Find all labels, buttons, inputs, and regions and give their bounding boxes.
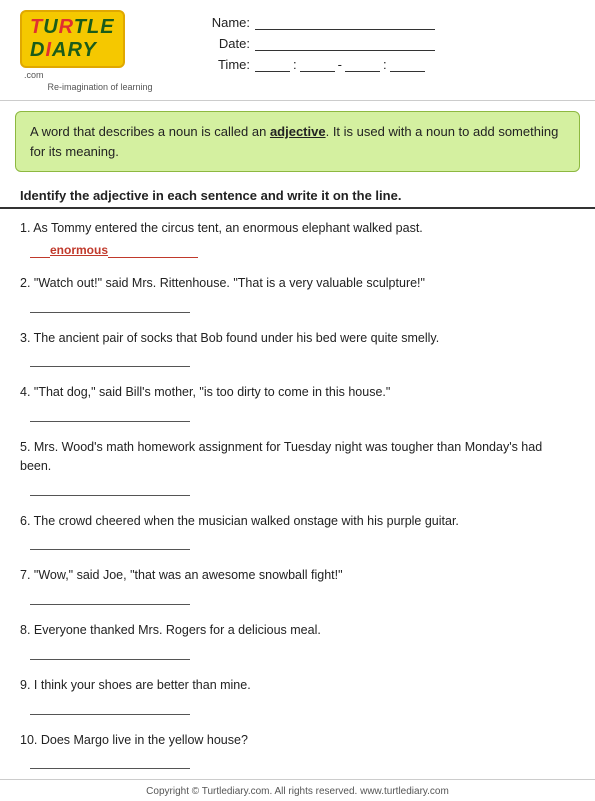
time-seg-3[interactable] bbox=[345, 56, 380, 72]
question-item-10: 10. Does Margo live in the yellow house? bbox=[20, 725, 575, 770]
question-item-3: 3. The ancient pair of socks that Bob fo… bbox=[20, 323, 575, 368]
answer-line-9[interactable] bbox=[30, 699, 190, 715]
tagline: Re-imagination of learning bbox=[20, 82, 180, 92]
question-text-8: 8. Everyone thanked Mrs. Rogers for a de… bbox=[20, 621, 575, 640]
date-label: Date: bbox=[200, 36, 250, 51]
question-item-9: 9. I think your shoes are better than mi… bbox=[20, 670, 575, 715]
time-seg-1[interactable] bbox=[255, 56, 290, 72]
instructions: Identify the adjective in each sentence … bbox=[0, 182, 595, 209]
time-sep-1: : bbox=[293, 57, 297, 72]
answer-line-10[interactable] bbox=[30, 753, 190, 769]
time-sep-3: : bbox=[383, 57, 387, 72]
logo-area: TURTLE DIARY .com Re-imagination of lear… bbox=[20, 10, 180, 92]
time-seg-2[interactable] bbox=[300, 56, 335, 72]
time-row: Time: : - : bbox=[200, 56, 575, 72]
answer-line-2[interactable] bbox=[30, 297, 190, 313]
page-header: TURTLE DIARY .com Re-imagination of lear… bbox=[0, 0, 595, 101]
page-footer: Copyright © Turtlediary.com. All rights … bbox=[0, 779, 595, 801]
answer-line-7[interactable] bbox=[30, 589, 190, 605]
name-fields: Name: Date: Time: : - : bbox=[180, 10, 575, 72]
questions-container: 1. As Tommy entered the circus tent, an … bbox=[0, 213, 595, 769]
info-text-plain: A word that describes a noun is called a… bbox=[30, 124, 270, 139]
name-line[interactable] bbox=[255, 14, 435, 30]
answer-line-5[interactable] bbox=[30, 480, 190, 496]
name-row: Name: bbox=[200, 14, 575, 30]
answer-wrapper-1: enormous bbox=[30, 242, 575, 258]
answer-line-4[interactable] bbox=[30, 406, 190, 422]
instructions-text: Identify the adjective in each sentence … bbox=[20, 188, 575, 203]
answer-text-1: enormous bbox=[50, 243, 108, 257]
answer-line-left-1[interactable] bbox=[30, 242, 50, 258]
question-text-5: 5. Mrs. Wood's math homework assignment … bbox=[20, 438, 575, 476]
logo-text: TURTLE DIARY bbox=[30, 16, 115, 62]
time-seg-4[interactable] bbox=[390, 56, 425, 72]
date-row: Date: bbox=[200, 35, 575, 51]
question-item-5: 5. Mrs. Wood's math homework assignment … bbox=[20, 432, 575, 496]
question-text-2: 2. "Watch out!" said Mrs. Rittenhouse. "… bbox=[20, 274, 575, 293]
logo-box: TURTLE DIARY bbox=[20, 10, 125, 68]
answer-line-3[interactable] bbox=[30, 351, 190, 367]
logo-com: .com bbox=[20, 70, 180, 80]
answer-line-8[interactable] bbox=[30, 644, 190, 660]
question-text-10: 10. Does Margo live in the yellow house? bbox=[20, 731, 575, 750]
info-text-bold: adjective bbox=[270, 124, 326, 139]
time-sep-2: - bbox=[338, 57, 342, 72]
answer-line-6[interactable] bbox=[30, 534, 190, 550]
question-item-1: 1. As Tommy entered the circus tent, an … bbox=[20, 213, 575, 258]
time-label: Time: bbox=[200, 57, 250, 72]
question-text-7: 7. "Wow," said Joe, "that was an awesome… bbox=[20, 566, 575, 585]
date-line[interactable] bbox=[255, 35, 435, 51]
question-text-1: 1. As Tommy entered the circus tent, an … bbox=[20, 219, 575, 238]
question-item-7: 7. "Wow," said Joe, "that was an awesome… bbox=[20, 560, 575, 605]
question-text-4: 4. "That dog," said Bill's mother, "is t… bbox=[20, 383, 575, 402]
question-text-9: 9. I think your shoes are better than mi… bbox=[20, 676, 575, 695]
question-item-4: 4. "That dog," said Bill's mother, "is t… bbox=[20, 377, 575, 422]
question-text-6: 6. The crowd cheered when the musician w… bbox=[20, 512, 575, 531]
question-item-8: 8. Everyone thanked Mrs. Rogers for a de… bbox=[20, 615, 575, 660]
question-item-2: 2. "Watch out!" said Mrs. Rittenhouse. "… bbox=[20, 268, 575, 313]
answer-line-right-1[interactable] bbox=[108, 242, 198, 258]
name-label: Name: bbox=[200, 15, 250, 30]
footer-text: Copyright © Turtlediary.com. All rights … bbox=[146, 786, 449, 797]
question-item-6: 6. The crowd cheered when the musician w… bbox=[20, 506, 575, 551]
question-text-3: 3. The ancient pair of socks that Bob fo… bbox=[20, 329, 575, 348]
info-box: A word that describes a noun is called a… bbox=[15, 111, 580, 172]
